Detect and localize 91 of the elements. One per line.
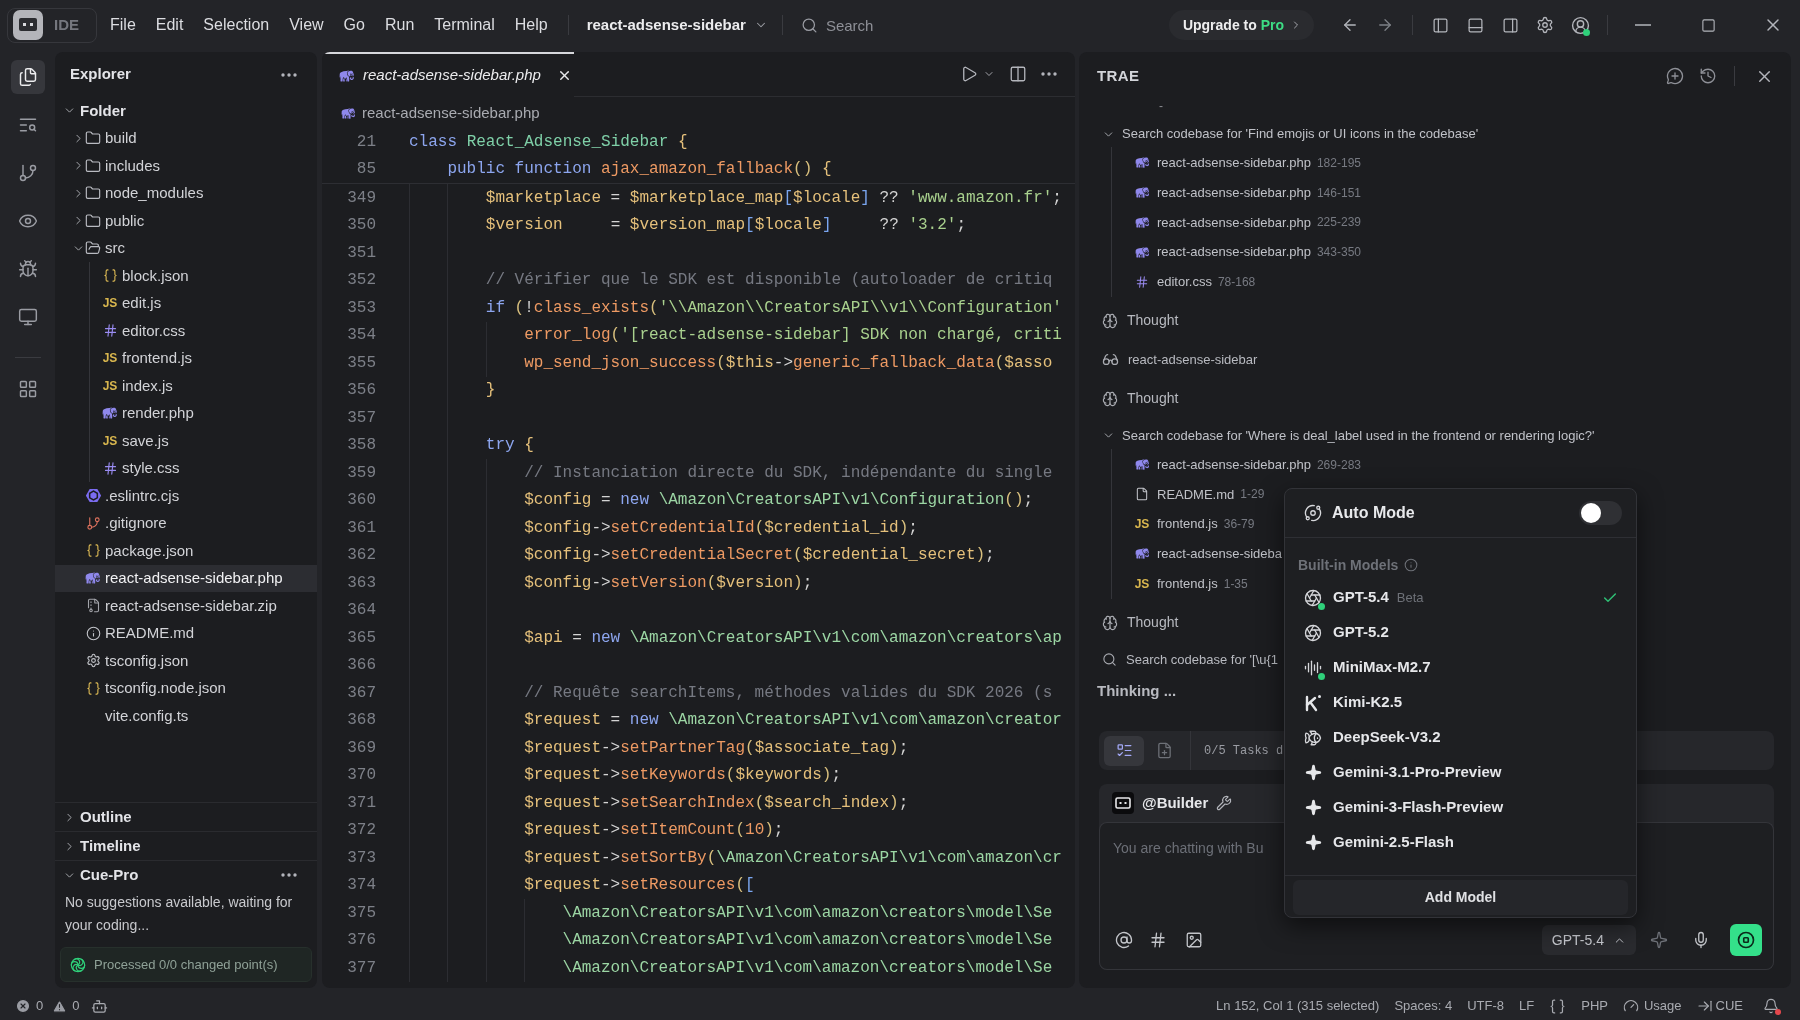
model-tag: Beta (1396, 587, 1424, 608)
js-file-icon: JS (102, 352, 118, 365)
line-number: 357 (346, 407, 376, 429)
auto-mode-label: Auto Mode (1332, 503, 1415, 523)
line-number: 369 (346, 737, 376, 759)
line-number: 376 (346, 930, 376, 952)
line-number: 358 (346, 435, 376, 457)
line-number: 372 (346, 820, 376, 842)
agent-name: @Builder (1142, 792, 1209, 813)
code-line: $request->setKeywords($keywords); (524, 765, 842, 787)
panel-title: TRAE (1097, 65, 1140, 86)
line-range: 225-239 (1316, 214, 1361, 232)
line-number: 364 (346, 600, 376, 622)
code-line: \Amazon\CreatorsAPI\v1\com\amazon\creators\model\Se (562, 930, 1053, 952)
js-file-icon: JS (102, 434, 118, 447)
code-line: \Amazon\CreatorsAPI\v1\com\amazon\creators\model\Se (562, 902, 1053, 924)
code-line: $version = $version_map[$locale] ?? '3.2'; (485, 215, 966, 237)
line-range: 78-168 (1217, 273, 1256, 291)
line-number: 355 (346, 352, 376, 374)
line-number: 370 (346, 765, 376, 787)
line-number: 349 (346, 187, 376, 209)
line-range: 146-151 (1316, 184, 1361, 202)
line-number: 371 (346, 792, 376, 814)
dash-text: - (1159, 100, 1163, 112)
step-label: Search codebase for '[\u{1 (1126, 650, 1279, 669)
js-file-icon: JS (102, 297, 118, 310)
code-line: } (485, 380, 496, 402)
line-number: 21 (355, 131, 376, 153)
step-label: Thought (1127, 311, 1179, 331)
line-range: 1-35 (1223, 575, 1248, 593)
line-number: 365 (346, 627, 376, 649)
code-line: wp_send_json_success($this->generic_fallback_data($asso (524, 352, 1053, 374)
line-number: 363 (346, 572, 376, 594)
line-number: 373 (346, 847, 376, 869)
thinking-status: Thinking ... (1097, 681, 1177, 702)
line-number: 374 (346, 875, 376, 897)
code-line: $request->setItemCount(10); (524, 820, 784, 842)
line-number: 85 (355, 159, 376, 181)
code-line: if (!class_exists('\\Amazon\\CreatorsAPI\\v1\\Configuration' (485, 297, 1062, 319)
step-label: Thought (1127, 389, 1179, 409)
line-number: 353 (346, 297, 376, 319)
code-line: // Requête searchItems, méthodes valides du SDK 2026 (s (524, 682, 1053, 704)
line-number: 377 (346, 957, 376, 979)
js-file-icon: JS (1134, 577, 1150, 590)
code-line: $marketplace = $marketplace_map[$locale] ?? 'www.amazon.fr'; (485, 187, 1062, 209)
line-number: 354 (346, 325, 376, 347)
section-label: Built-in Models (1298, 555, 1399, 575)
code-line: $config->setCredentialId($credential_id); (524, 517, 918, 539)
step-label: Thought (1127, 613, 1179, 632)
line-number: 351 (346, 242, 376, 264)
line-number: 367 (346, 682, 376, 704)
line-number: 361 (346, 517, 376, 539)
line-range: 182-195 (1316, 154, 1361, 172)
js-file-icon: JS (102, 379, 118, 392)
line-range: 1-29 (1240, 486, 1265, 504)
line-number: 375 (346, 902, 376, 924)
task-summary: 0/5 Tasks d (1204, 742, 1284, 760)
suggestion-message: No suggestions available, waiting for your coding... (64, 893, 294, 935)
code-line: class React_Adsense_Sidebar { (409, 131, 688, 153)
line-number: 368 (346, 710, 376, 732)
panel-title: Explorer (70, 64, 131, 85)
code-line: $api = new \Amazon\CreatorsAPI\v1\com\amazon\creators\ap (524, 627, 1062, 649)
line-range: 343-350 (1316, 244, 1361, 262)
code-line: // Instanciation directe du SDK, indépendante du single (524, 462, 1053, 484)
line-number: 350 (346, 215, 376, 237)
line-number: 352 (346, 270, 376, 292)
code-line: $config->setCredentialSecret($credential_secret); (524, 545, 995, 567)
code-line: $request->setSortBy(\Amazon\CreatorsAPI\v1\com\amazon\cr (524, 847, 1062, 869)
code-line: $config = new \Amazon\CreatorsAPI\v1\Configuration(); (524, 490, 1034, 512)
code-line: $request->setSearchIndex($search_index); (524, 792, 909, 814)
js-file-icon: JS (1134, 518, 1150, 531)
line-number: 362 (346, 545, 376, 567)
warning-count: 0 (72, 997, 80, 1016)
line-number: 356 (346, 380, 376, 402)
line-number: 366 (346, 655, 376, 677)
code-line: $request = new \Amazon\CreatorsAPI\v1\com\amazon\creator (524, 710, 1062, 732)
code-line: error_log('[react-adsense-sidebar] SDK non chargé, criti (524, 325, 1062, 347)
viewed-item: react-adsense-sidebar (1128, 351, 1258, 369)
line-range: 36-79 (1223, 516, 1255, 534)
line-number: 359 (346, 462, 376, 484)
code-line: $config->setVersion($version); (524, 572, 813, 594)
code-line: public function ajax_amazon_fallback() { (447, 159, 832, 181)
code-line: $request->setPartnerTag($associate_tag); (524, 737, 909, 759)
code-line: try { (485, 435, 534, 457)
line-range: 269-283 (1316, 456, 1361, 474)
code-line: $request->setResources([ (524, 875, 755, 897)
processing-status: Processed 0/0 changed point(s) (60, 947, 312, 982)
code-line: \Amazon\CreatorsAPI\v1\com\amazon\creators\model\Se (562, 957, 1053, 979)
line-number: 360 (346, 490, 376, 512)
error-count: 0 (36, 997, 44, 1016)
code-line: // Vérifier que le SDK est disponible (autoloader de critiq (485, 270, 1053, 292)
